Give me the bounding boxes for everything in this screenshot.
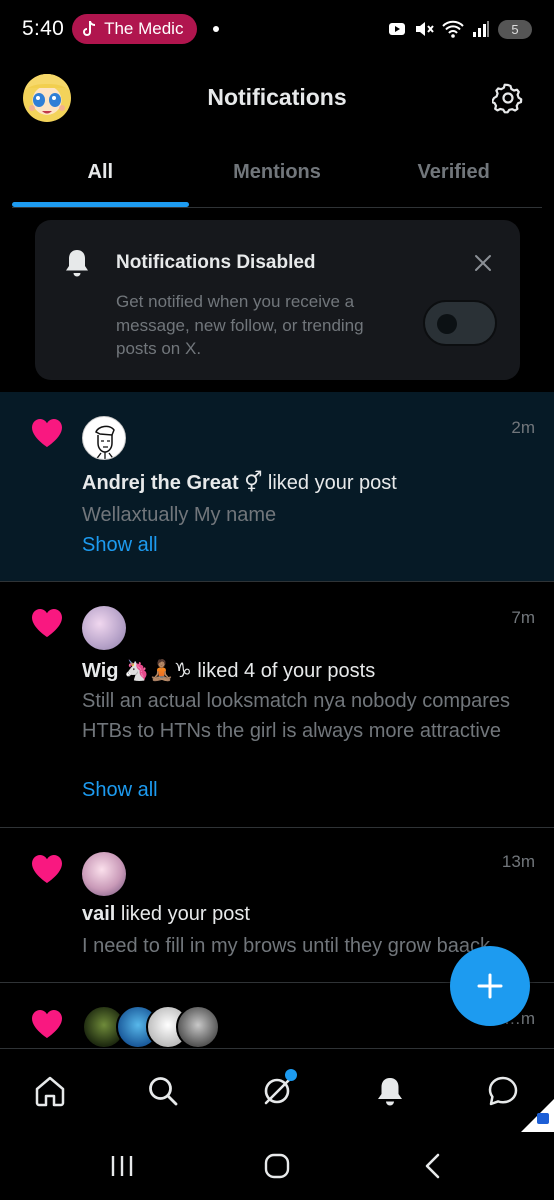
notification-time: 7m <box>511 608 535 627</box>
home-icon[interactable] <box>33 1074 67 1108</box>
banner-title: Notifications Disabled <box>116 252 316 273</box>
user-emoji: ⚥ <box>244 472 263 494</box>
banner-description: Get notified when you receive a message,… <box>116 292 364 358</box>
notification-headline: Andrej the Great ⚥ liked your post <box>82 470 397 495</box>
page-title: Notifications <box>207 84 347 110</box>
tab-all[interactable]: All <box>12 140 189 207</box>
notifications-disabled-banner: Notifications Disabled Get notified when… <box>35 220 520 380</box>
notification-headline: vail liked your post <box>82 903 250 926</box>
notification-item[interactable]: 2m Andrej the Great ⚥ liked your post We… <box>0 392 554 582</box>
user-emoji: 🦄🧘🏽♑ <box>124 660 192 682</box>
bell-icon <box>66 250 88 277</box>
user-avatar[interactable] <box>82 606 126 650</box>
heart-icon <box>32 609 62 637</box>
mute-icon <box>416 22 434 36</box>
notification-dot <box>213 26 220 32</box>
close-icon[interactable] <box>472 252 494 274</box>
status-time: 5:40 <box>22 17 65 40</box>
bottom-navigation <box>0 1048 554 1133</box>
wifi-icon <box>442 20 464 38</box>
post-snippet: Wellaxtually My name <box>82 504 277 526</box>
media-label: The Medic <box>104 19 184 38</box>
battery-indicator: 5 <box>498 19 532 39</box>
back-icon[interactable] <box>420 1152 448 1180</box>
user-avatar[interactable] <box>82 416 126 460</box>
signal-icon <box>473 21 489 37</box>
user-name[interactable]: Andrej the Great <box>82 472 239 494</box>
notifications-toggle[interactable] <box>423 300 497 346</box>
tiktok-icon <box>83 20 96 36</box>
home-button-icon[interactable] <box>263 1152 291 1180</box>
video-icon <box>389 23 405 35</box>
tab-verified[interactable]: Verified <box>365 140 542 207</box>
compose-button[interactable] <box>450 946 530 1026</box>
user-name[interactable]: Wig <box>82 660 118 682</box>
recent-apps-icon[interactable] <box>108 1152 136 1180</box>
heart-icon <box>32 855 62 883</box>
user-name[interactable]: vail <box>82 903 115 925</box>
action-text: liked your post <box>115 903 250 925</box>
status-icons: 5 <box>388 19 532 39</box>
messages-icon[interactable] <box>486 1074 520 1108</box>
heart-icon <box>32 1010 62 1038</box>
corner-badge-icon <box>520 1099 554 1133</box>
show-all-link[interactable]: Show all <box>82 779 158 802</box>
sketch-portrait <box>95 425 115 459</box>
system-navigation-bar <box>0 1132 554 1200</box>
user-avatar[interactable] <box>176 1005 220 1048</box>
heart-icon <box>32 419 62 447</box>
media-pill[interactable]: The Medic <box>72 14 198 44</box>
plus-icon <box>477 973 503 999</box>
notification-headline: Wig 🦄🧘🏽♑ liked 4 of your posts <box>82 658 375 683</box>
action-text: liked 4 of your posts <box>191 660 376 682</box>
grok-badge-dot <box>285 1069 297 1081</box>
notifications-bell-icon[interactable] <box>373 1074 407 1108</box>
notification-item[interactable]: 7m Wig 🦄🧘🏽♑ liked 4 of your posts Still … <box>0 582 554 828</box>
show-all-link[interactable]: Show all <box>82 534 158 557</box>
user-avatar[interactable] <box>82 852 126 896</box>
settings-gear-icon[interactable] <box>492 82 524 114</box>
notification-time: 2m <box>511 418 535 437</box>
notification-tabs: All Mentions Verified <box>12 140 542 208</box>
header: Notifications <box>0 70 554 126</box>
notification-time: 13m <box>501 852 535 871</box>
tab-mentions[interactable]: Mentions <box>189 140 366 207</box>
status-bar: 5:40 The Medic 5 <box>0 0 554 58</box>
post-snippet: Still an actual looksmatch nya nobody co… <box>82 690 511 742</box>
action-text: liked your post <box>262 472 397 494</box>
toggle-knob <box>437 314 457 334</box>
search-icon[interactable] <box>146 1074 180 1108</box>
